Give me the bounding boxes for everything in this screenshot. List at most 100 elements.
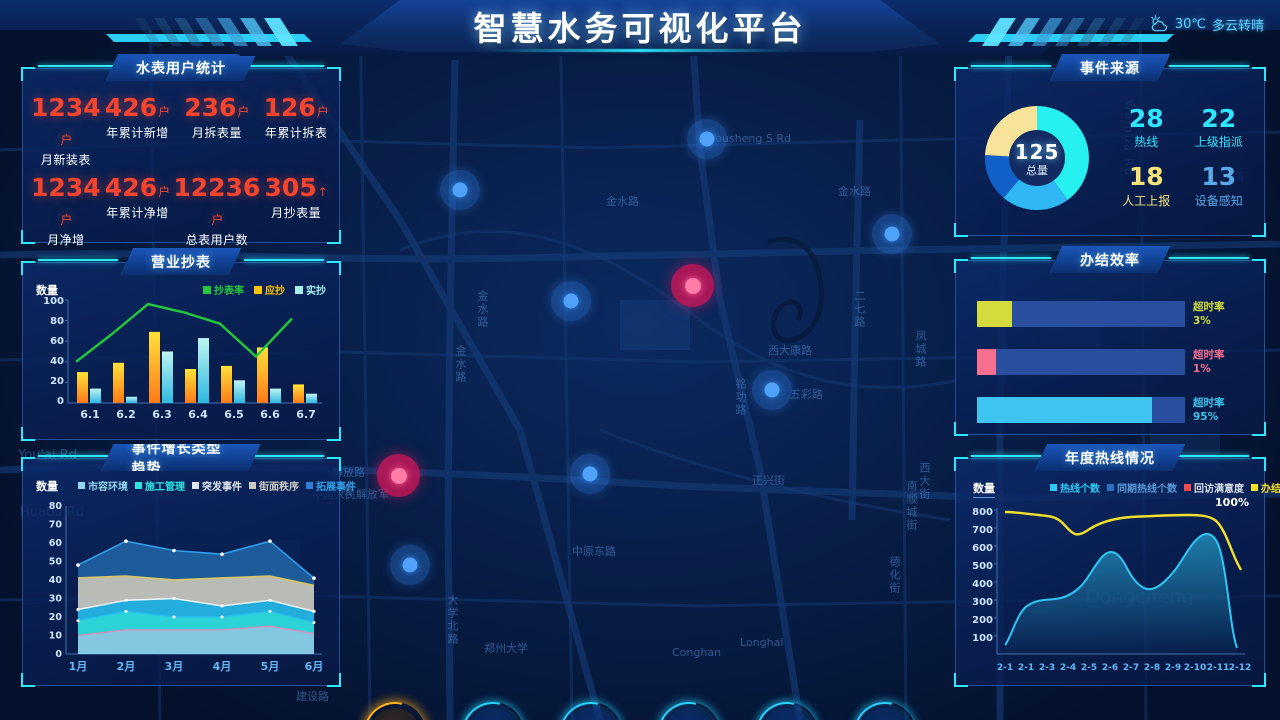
svg-text:2-12: 2-12 xyxy=(1229,663,1252,673)
heart-icon xyxy=(868,716,902,720)
nav-item-overview[interactable]: 概览 xyxy=(352,690,438,720)
weather-widget[interactable]: 30℃ 多云转晴 xyxy=(1149,14,1264,34)
stat-cell: 126户 年累计拆表 xyxy=(260,94,332,168)
nav-item-benefit[interactable]: 效益 xyxy=(744,690,830,720)
svg-text:70: 70 xyxy=(49,520,63,531)
svg-text:0: 0 xyxy=(57,396,64,407)
map-marker-blue[interactable] xyxy=(551,281,591,321)
svg-text:6.3: 6.3 xyxy=(152,408,172,421)
svg-text:2-1: 2-1 xyxy=(1018,663,1034,673)
source-stat-cell: 22 上级指派 xyxy=(1183,105,1256,150)
corner-bracket xyxy=(1252,67,1266,81)
svg-text:6.4: 6.4 xyxy=(188,408,208,421)
nav-item-service[interactable]: 服务 xyxy=(842,690,928,720)
source-stat-cell: 18 人工上报 xyxy=(1110,163,1183,208)
corner-bracket xyxy=(954,67,968,81)
panel-hotline: 年度热线情况 数量 热线个数 同期热线个数 回访满意度 办结率 100% 800… xyxy=(954,455,1280,687)
stat-value: 1234户 xyxy=(31,93,101,147)
map-marker-blue[interactable] xyxy=(570,454,610,494)
title-accent-bar xyxy=(1169,257,1249,259)
reading-bar-chart[interactable]: 1008060 40200 6.1 6.2 6.3 6.4 6.5 6.6 6.… xyxy=(22,262,340,440)
svg-text:0: 0 xyxy=(55,649,62,660)
svg-text:200: 200 xyxy=(972,615,993,626)
svg-text:50: 50 xyxy=(49,557,63,568)
efficiency-row[interactable]: 超时率 1% xyxy=(977,348,1225,376)
map-marker-alert[interactable] xyxy=(671,264,714,307)
svg-text:100: 100 xyxy=(43,296,64,307)
panel-title-event-source: 事件来源 xyxy=(1050,54,1170,81)
svg-text:80: 80 xyxy=(49,501,63,512)
svg-text:80: 80 xyxy=(50,316,64,327)
hotline-line-chart[interactable]: 800 700 600 500 400 300 200 100 2-1 2-1 2-3 2-4… xyxy=(955,458,1265,686)
title-accent-bar xyxy=(254,455,324,457)
title-accent-bar xyxy=(38,259,118,261)
stat-value: 1234户 xyxy=(31,173,101,227)
title-accent-bar xyxy=(971,257,1051,259)
svg-text:300: 300 xyxy=(972,597,993,608)
svg-text:2-1: 2-1 xyxy=(997,663,1013,673)
svg-text:6月: 6月 xyxy=(305,660,324,673)
stat-cell: 305↑ 月抄表量 xyxy=(260,174,332,248)
pie-chart-icon xyxy=(378,716,412,720)
stat-value: 305↑ xyxy=(264,173,328,202)
svg-text:40: 40 xyxy=(49,575,63,586)
stat-unit: 户 xyxy=(316,105,329,119)
title-accent-bar xyxy=(244,259,324,261)
svg-text:60: 60 xyxy=(50,336,64,347)
event-trend-area-chart[interactable]: 807060 504030 20100 1月 2月 3月 4月 5月 6月 xyxy=(22,458,340,686)
svg-text:6.1: 6.1 xyxy=(80,408,100,421)
svg-text:20: 20 xyxy=(50,376,64,387)
dashboard-root: Yousheng S Rd 金水路 金水路 Weihua Rd Wei 河南 金… xyxy=(0,0,1280,720)
stat-label: 月净增 xyxy=(47,233,85,247)
stat-value: 236户 xyxy=(184,93,250,122)
source-stat-label: 热线 xyxy=(1134,135,1159,150)
map-marker-blue[interactable] xyxy=(872,214,912,254)
map-marker-blue[interactable] xyxy=(390,545,430,585)
corner-bracket xyxy=(1252,259,1266,273)
panel-title-meter-stats: 水表用户统计 xyxy=(106,54,256,81)
map-marker-alert[interactable] xyxy=(377,454,420,497)
svg-text:6.2: 6.2 xyxy=(116,408,136,421)
weather-temp: 30℃ xyxy=(1174,16,1206,32)
title-accent-bar xyxy=(38,455,108,457)
nav-item-water-supply[interactable]: 供水 xyxy=(450,690,536,720)
map-marker-blue[interactable] xyxy=(440,170,480,210)
efficiency-label: 超时率 xyxy=(1193,301,1225,313)
nav-item-drainage[interactable]: 排水 xyxy=(646,690,732,720)
svg-text:700: 700 xyxy=(972,525,993,536)
nav-circle xyxy=(352,690,438,720)
stat-value: 126户 xyxy=(263,93,329,122)
title-accent-bar xyxy=(971,455,1041,457)
efficiency-row[interactable]: 超时率 3% xyxy=(977,300,1225,328)
header: 智慧水务可视化平台 30℃ 多云转晴 xyxy=(0,0,1280,58)
efficiency-row[interactable]: 超时率 95% xyxy=(977,396,1225,424)
source-stat-value: 13 xyxy=(1201,162,1237,192)
svg-text:1月: 1月 xyxy=(69,660,88,673)
sun-behind-cloud-icon xyxy=(1151,15,1167,32)
stat-value: 426户 xyxy=(104,93,171,122)
nav-item-water-treatment[interactable]: 制水 xyxy=(548,690,634,720)
efficiency-track xyxy=(977,397,1185,424)
nav-circle xyxy=(548,690,634,720)
stat-unit: 户 xyxy=(60,132,73,147)
faucet-icon xyxy=(476,716,510,720)
nav-circle xyxy=(744,690,830,720)
weather-desc: 多云转晴 xyxy=(1211,18,1264,34)
stat-cell: 236户 月拆表量 xyxy=(173,94,260,168)
svg-text:500: 500 xyxy=(972,561,993,572)
panel-efficiency: 办结效率 超时率 3% 超时率 1% 超时率 95% xyxy=(954,257,1266,436)
title-accent-bar xyxy=(1179,455,1249,457)
svg-text:2-10: 2-10 xyxy=(1184,663,1207,673)
meter-stats-grid: 1234户 月新装表 426户 年累计新增 236户 月拆表量 126户 年累计… xyxy=(30,94,332,248)
svg-text:6.5: 6.5 xyxy=(224,408,244,421)
svg-text:2-4: 2-4 xyxy=(1060,663,1076,673)
map-marker-blue[interactable] xyxy=(752,370,792,410)
map-marker-blue[interactable] xyxy=(687,119,727,159)
stat-label: 总表用户数 xyxy=(185,233,249,247)
stat-cell: 426户 年累计新增 xyxy=(102,94,174,168)
stat-cell: 1234户 月新装表 xyxy=(30,94,102,168)
efficiency-value: 1% xyxy=(1193,363,1211,376)
stat-value: 426户 xyxy=(104,173,171,202)
svg-text:6.7: 6.7 xyxy=(296,408,316,421)
stat-cell: 1234户 月净增 xyxy=(30,174,102,248)
